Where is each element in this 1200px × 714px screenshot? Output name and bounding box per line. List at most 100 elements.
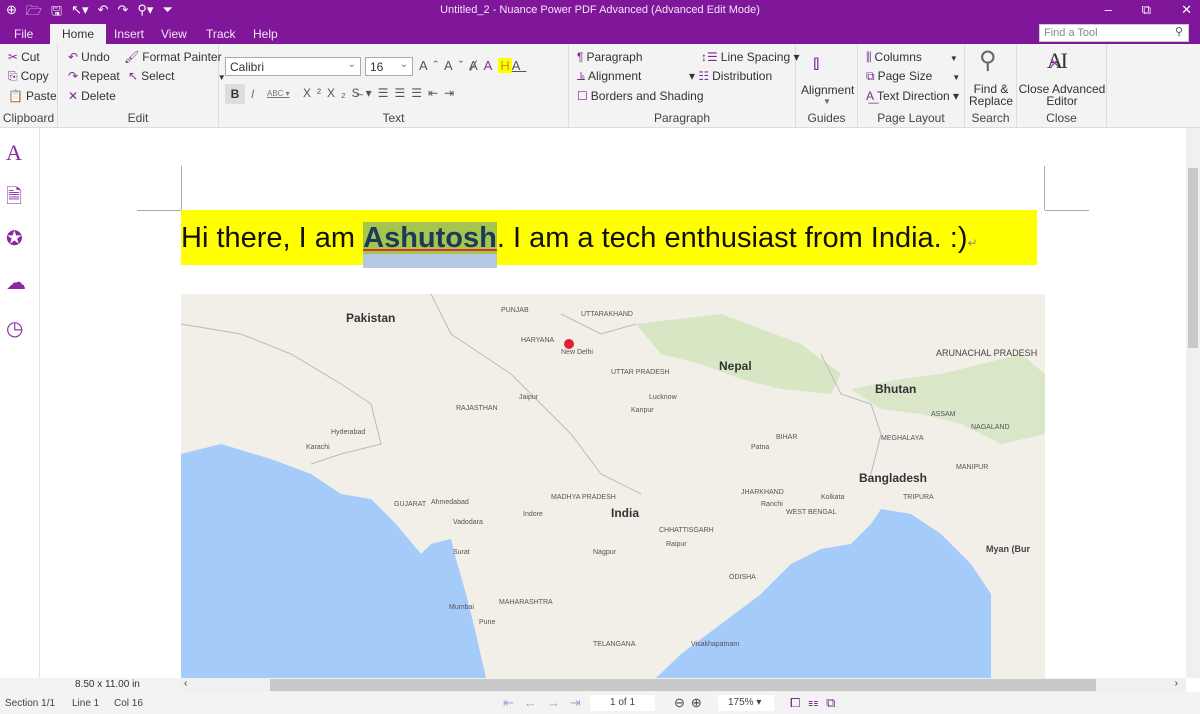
close-advanced-editor-button[interactable]: Close Advanced Editor bbox=[1017, 83, 1107, 107]
map-label: Vadodara bbox=[453, 519, 483, 526]
select-button[interactable]: ↖ Select ▼ bbox=[128, 69, 226, 83]
delete-button[interactable]: ✕ Delete bbox=[68, 89, 116, 103]
borders-shading-button[interactable]: ☐ Borders and Shading bbox=[577, 89, 704, 103]
map-label: ARUNACHAL PRADESH bbox=[936, 348, 1037, 358]
bold-button[interactable]: B bbox=[225, 84, 245, 104]
scroll-right-icon[interactable]: › bbox=[1175, 678, 1178, 689]
paragraph-mark: ↵ bbox=[967, 236, 978, 250]
zoom-in-icon[interactable]: ⊕ bbox=[691, 695, 708, 710]
subscript-icon[interactable]: X₂ bbox=[327, 86, 352, 100]
decrease-indent-icon[interactable]: ⇤ bbox=[428, 86, 444, 100]
zoom-select[interactable]: 175% ▾ bbox=[718, 695, 774, 711]
tab-track[interactable]: Track bbox=[206, 24, 236, 44]
section-indicator: Section 1/1 bbox=[5, 698, 56, 709]
text-run: . I am a tech enthusiast from India. :) bbox=[496, 222, 968, 254]
continuous-icon[interactable]: ☷ bbox=[808, 695, 826, 710]
font-size-select[interactable]: 16 ⌄ bbox=[365, 57, 413, 76]
vertical-scrollbar[interactable] bbox=[1186, 128, 1200, 678]
zoom-out-icon[interactable]: ⊖ bbox=[674, 695, 691, 710]
borders-label: Borders and Shading bbox=[590, 89, 704, 103]
page-number-input[interactable]: 1 of 1 bbox=[590, 695, 655, 711]
selected-text[interactable]: Ashutosh bbox=[363, 222, 497, 254]
cloud-icon[interactable]: ☁ bbox=[6, 270, 26, 295]
clear-format-icon[interactable]: Ⱥ bbox=[469, 58, 484, 73]
tab-help[interactable]: Help bbox=[253, 24, 278, 44]
vertical-scroll-thumb[interactable] bbox=[1188, 168, 1198, 348]
close-label-2: Editor bbox=[1046, 94, 1078, 108]
map-image[interactable]: Pakistan Nepal Bhutan Bangladesh India R… bbox=[181, 294, 1045, 678]
cut-button[interactable]: ✂ Cut bbox=[8, 50, 40, 64]
copy-label: Copy bbox=[20, 69, 49, 83]
last-page-icon[interactable]: ⇥ bbox=[570, 695, 591, 710]
map-label: UTTAR PRADESH bbox=[611, 369, 670, 376]
two-page-icon[interactable]: ⧉ bbox=[826, 695, 843, 710]
find-replace-button[interactable]: Find & Replace bbox=[965, 83, 1017, 107]
text-paragraph[interactable]: Hi there, I am Ashutosh. I am a tech ent… bbox=[181, 210, 1037, 265]
superscript-icon[interactable]: X² bbox=[303, 86, 327, 100]
map-label: Ahmedabad bbox=[431, 499, 469, 506]
map-label: Indore bbox=[523, 511, 543, 518]
close-editor-icon: A✕I bbox=[1047, 48, 1068, 73]
horizontal-scrollbar[interactable]: ‹ › bbox=[180, 678, 1186, 692]
line-spacing-button[interactable]: ↕☰ Line Spacing ▾ bbox=[701, 50, 800, 64]
minimize-button[interactable]: – bbox=[1105, 2, 1112, 18]
strikethrough-icon[interactable]: S̶▾ bbox=[352, 86, 378, 100]
single-page-icon[interactable]: ⧠ bbox=[790, 695, 808, 710]
search-icon[interactable]: ⚲ bbox=[1175, 25, 1183, 38]
columns-icon: ⫼ bbox=[866, 50, 872, 64]
columns-button[interactable]: ⫼ Columns ▼ bbox=[866, 50, 958, 65]
distribution-button[interactable]: ▾ ☷ Distribution bbox=[689, 69, 772, 83]
format-painter-button[interactable]: 🖌 Format Painter bbox=[124, 50, 222, 64]
numbered-list-icon[interactable]: ☰ bbox=[394, 86, 411, 100]
shrink-font-icon[interactable]: Aˇ bbox=[444, 58, 469, 73]
text-tool-icon[interactable]: A bbox=[6, 140, 22, 166]
text-group: Calibri ⌄ 16 ⌄ AˆAˇȺA H A B I ABC ▾ X²X₂S̶▾☰… bbox=[219, 44, 569, 128]
paste-button[interactable]: 📋 Paste bbox=[8, 89, 57, 103]
map-label: Bangladesh bbox=[859, 471, 927, 485]
edit-group-label: Edit bbox=[127, 111, 149, 125]
map-label: Patna bbox=[751, 444, 769, 451]
stamp-star-icon[interactable]: ✪ bbox=[6, 226, 23, 251]
grow-font-icon[interactable]: Aˆ bbox=[419, 58, 444, 73]
italic-button[interactable]: I bbox=[251, 87, 254, 101]
font-family-select[interactable]: Calibri ⌄ bbox=[225, 57, 361, 76]
page-size-icon: ⧉ bbox=[866, 69, 875, 83]
undo-button[interactable]: ↶ Undo bbox=[68, 50, 110, 64]
map-label: Hyderabad bbox=[331, 429, 365, 436]
guides-alignment-button[interactable]: Alignment bbox=[801, 83, 854, 97]
search-group: ⚲ Find & Replace Search bbox=[965, 44, 1017, 128]
prev-page-icon[interactable]: ← bbox=[524, 695, 547, 710]
close-button[interactable]: ✕ bbox=[1181, 2, 1192, 18]
script-buttons: X²X₂S̶▾☰☰☰⇤⇥ bbox=[303, 86, 460, 100]
list-icon[interactable]: ☰ bbox=[411, 86, 428, 100]
map-label: Bhutan bbox=[875, 382, 916, 396]
page-size-button[interactable]: ⧉ Page Size ▼ bbox=[866, 69, 960, 84]
status-bar: Section 1/1 Line 1 Col 16 ⇤←→⇥ 1 of 1 ⊖⊕… bbox=[0, 692, 1200, 714]
find-tool-input[interactable]: Find a Tool ⚲ bbox=[1039, 24, 1189, 42]
document-list-icon[interactable]: 🗎 bbox=[6, 182, 22, 216]
restore-button[interactable]: ⧉ bbox=[1142, 2, 1151, 18]
increase-indent-icon[interactable]: ⇥ bbox=[444, 86, 460, 100]
scroll-left-icon[interactable]: ‹ bbox=[184, 678, 187, 689]
text-effect-icon[interactable]: A bbox=[484, 58, 499, 73]
font-color-icon[interactable]: A bbox=[512, 58, 527, 73]
next-page-icon[interactable]: → bbox=[547, 695, 570, 710]
tab-view[interactable]: View bbox=[161, 24, 187, 44]
alignment-button[interactable]: ⫡ Alignment bbox=[577, 69, 641, 84]
first-page-icon[interactable]: ⇤ bbox=[503, 695, 524, 710]
tab-home[interactable]: Home bbox=[50, 24, 107, 44]
tab-file[interactable]: File bbox=[14, 24, 33, 44]
underline-button[interactable]: ABC ▾ bbox=[267, 89, 290, 98]
text-direction-button[interactable]: A͟ Text Direction ▾ bbox=[866, 89, 959, 103]
paragraph-button[interactable]: ¶ Paragraph bbox=[577, 50, 643, 64]
horizontal-scroll-thumb[interactable] bbox=[270, 679, 1096, 691]
highlight-icon[interactable]: H bbox=[498, 58, 512, 73]
bullet-list-icon[interactable]: ☰ bbox=[378, 86, 395, 100]
tab-insert[interactable]: Insert bbox=[114, 24, 144, 44]
history-icon[interactable]: ◷ bbox=[6, 316, 23, 341]
repeat-button[interactable]: ↷ Repeat bbox=[68, 69, 120, 83]
map-label: MANIPUR bbox=[956, 464, 988, 471]
copy-button[interactable]: ⎘ Copy bbox=[8, 69, 49, 84]
page-layout-group-label: Page Layout bbox=[877, 111, 945, 125]
chevron-down-icon: ⌄ bbox=[399, 59, 408, 70]
